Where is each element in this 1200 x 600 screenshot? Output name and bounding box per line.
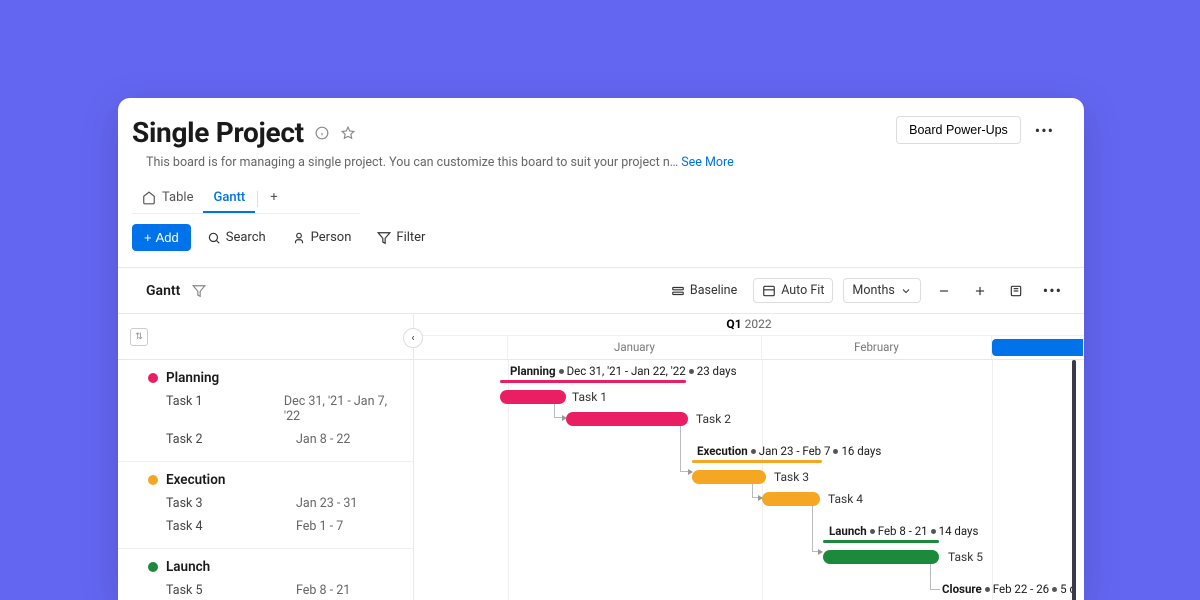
autofit-button[interactable]: Auto Fit [753,278,833,303]
dependency-arrow [818,549,823,555]
dependency-line [812,506,822,552]
scrollbar[interactable] [1072,360,1076,600]
add-button[interactable]: + Add [132,224,191,251]
person-icon [292,231,306,245]
group-planning: Planning Task 1 Dec 31, '21 - Jan 7, '22… [118,360,413,462]
quarter-label: Q1 [726,317,741,331]
filter-icon [377,231,391,245]
task-bar-label: Task 3 [774,470,809,484]
task-bar[interactable] [823,550,939,564]
export-button[interactable] [1003,280,1029,302]
timeline-pane: Q1 2022 January February PlanningDec 31, … [414,314,1084,600]
task-bar[interactable] [762,492,820,506]
gantt-chart-area[interactable]: PlanningDec 31, '21 - Jan 22, '2223 days… [414,360,1084,600]
group-color-dot [148,562,158,572]
see-more-link[interactable]: See More [681,155,734,170]
year-label: 2022 [745,317,772,331]
group-summary-label: LaunchFeb 8 - 2114 days [829,524,978,538]
board-powerups-button[interactable]: Board Power-Ups [896,116,1021,144]
task-list-pane: ⇅ ‹ Planning Task 1 Dec 31, '21 - Jan 7,… [118,314,414,600]
dependency-line [930,564,940,590]
board-toolbar: + Add Search Person Filter [132,224,1084,251]
zoom-in-button[interactable] [967,280,993,302]
group-summary-label: ClosureFeb 22 - 265 d [942,582,1076,596]
filter-icon[interactable] [192,284,206,298]
task-bar[interactable] [692,470,766,484]
group-summary-label: ExecutionJan 23 - Feb 716 days [697,444,881,458]
group-execution: Execution Task 3 Jan 23 - 31 Task 4 Feb … [118,462,413,549]
search-icon [207,231,221,245]
dependency-arrow [758,495,763,501]
chevron-down-icon [900,285,912,297]
search-button[interactable]: Search [197,224,276,251]
gantt-more-icon[interactable]: ••• [1039,281,1066,300]
task-bar-label: Task 2 [696,412,731,426]
month-cell: January [508,336,762,359]
month-spacer [414,336,508,359]
task-row[interactable]: Task 1 Dec 31, '21 - Jan 7, '22 [148,390,395,428]
view-tabs: Table Gantt + [132,184,360,214]
baseline-icon [671,284,685,298]
gantt-view-title: Gantt [146,283,206,299]
task-row[interactable]: Task 5 Feb 8 - 21 [148,579,395,600]
group-color-dot [148,373,158,383]
more-menu-icon[interactable]: ••• [1031,121,1058,140]
filter-button[interactable]: Filter [367,224,435,251]
group-name[interactable]: Execution [166,472,225,488]
dependency-line [680,426,692,472]
home-icon [142,191,156,205]
group-launch: Launch Task 5 Feb 8 - 21 [118,549,413,600]
board-header: Single Project This board is for managin… [118,98,1084,170]
person-button[interactable]: Person [282,224,362,251]
group-summary-label: PlanningDec 31, '21 - Jan 22, '2223 days [510,364,737,378]
task-row[interactable]: Task 3 Jan 23 - 31 [148,492,395,515]
baseline-button[interactable]: Baseline [665,279,743,302]
tab-table[interactable]: Table [132,184,203,213]
task-bar[interactable] [500,390,566,404]
task-bar-label: Task 1 [572,390,607,404]
group-summary-bar[interactable] [823,540,939,543]
export-icon [1009,284,1023,298]
star-icon[interactable] [340,125,356,141]
collapse-pane-button[interactable]: ‹ [403,328,423,348]
board-title: Single Project [132,116,304,149]
task-bar-label: Task 4 [828,492,863,506]
month-cell: February [762,336,992,359]
timescale-dropdown[interactable]: Months [843,278,920,303]
group-name[interactable]: Launch [166,559,210,575]
tab-gantt[interactable]: Gantt [203,184,255,213]
gantt-panel: Gantt Baseline Auto Fit Months [118,267,1084,600]
dependency-arrow [562,415,567,421]
plus-icon [973,284,987,298]
task-row[interactable]: Task 2 Jan 8 - 22 [148,428,395,451]
plus-icon: + [144,230,152,245]
task-row[interactable]: Task 4 Feb 1 - 7 [148,515,395,538]
group-summary-bar[interactable] [692,460,822,463]
minus-icon [937,284,951,298]
add-view-button[interactable]: + [260,184,287,213]
group-color-dot [148,475,158,485]
group-name[interactable]: Planning [166,370,219,386]
autofit-icon [762,284,776,298]
month-cell-current [992,339,1084,356]
tab-divider [257,191,258,207]
task-bar[interactable] [566,412,688,426]
board-description: This board is for managing a single proj… [146,155,734,170]
group-summary-bar[interactable] [500,380,686,383]
expand-all-icon[interactable]: ⇅ [130,328,148,346]
app-window: Single Project This board is for managin… [118,98,1084,600]
zoom-out-button[interactable] [931,280,957,302]
info-icon[interactable] [314,125,330,141]
task-bar-label: Task 5 [948,550,983,564]
